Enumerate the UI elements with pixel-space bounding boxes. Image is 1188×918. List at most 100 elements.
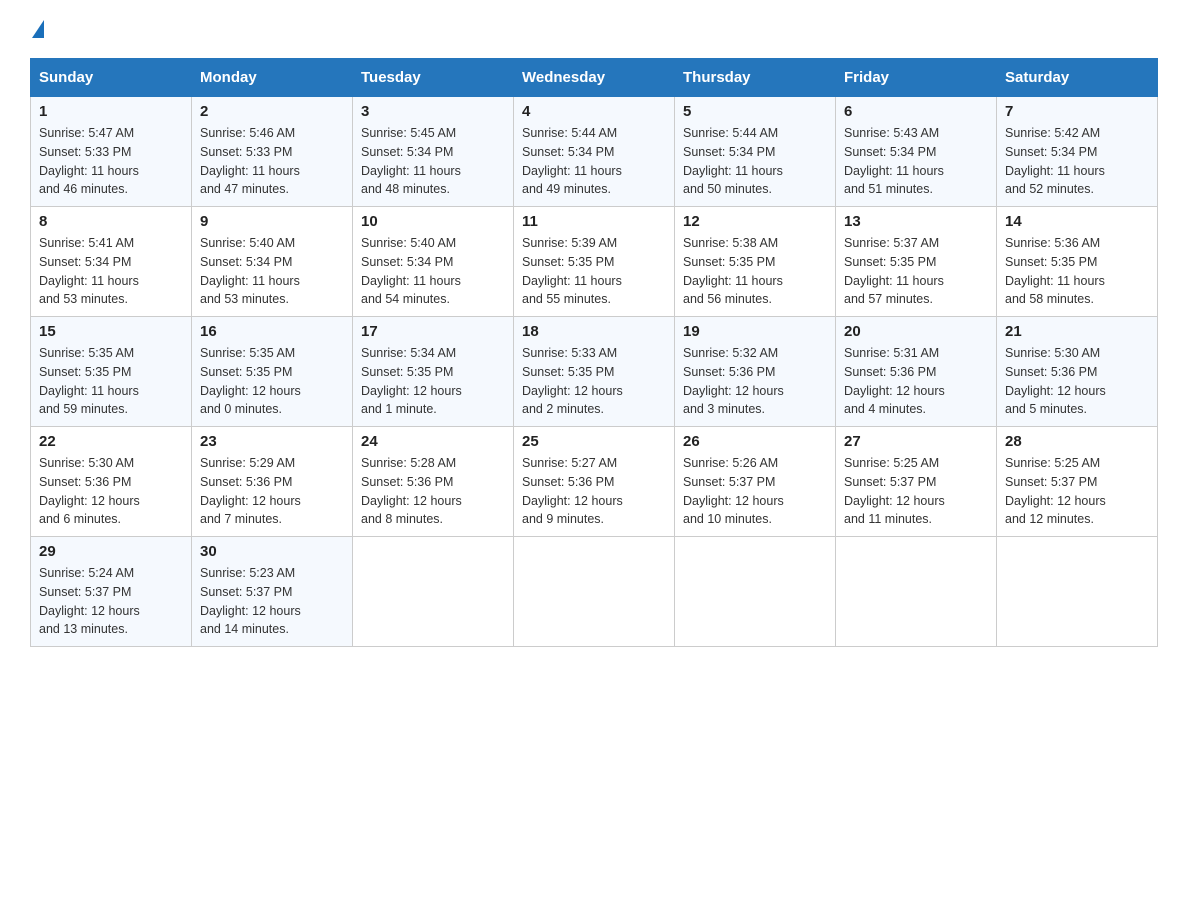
week-row-2: 8 Sunrise: 5:41 AMSunset: 5:34 PMDayligh… bbox=[31, 207, 1158, 317]
calendar-cell: 9 Sunrise: 5:40 AMSunset: 5:34 PMDayligh… bbox=[192, 207, 353, 317]
calendar-table: SundayMondayTuesdayWednesdayThursdayFrid… bbox=[30, 58, 1158, 647]
day-number: 11 bbox=[522, 213, 666, 230]
calendar-cell bbox=[997, 537, 1158, 647]
day-number: 14 bbox=[1005, 213, 1149, 230]
week-row-1: 1 Sunrise: 5:47 AMSunset: 5:33 PMDayligh… bbox=[31, 97, 1158, 207]
day-info: Sunrise: 5:29 AMSunset: 5:36 PMDaylight:… bbox=[200, 456, 301, 526]
day-number: 2 bbox=[200, 103, 344, 120]
calendar-cell: 19 Sunrise: 5:32 AMSunset: 5:36 PMDaylig… bbox=[675, 317, 836, 427]
calendar-cell: 11 Sunrise: 5:39 AMSunset: 5:35 PMDaylig… bbox=[514, 207, 675, 317]
calendar-cell: 17 Sunrise: 5:34 AMSunset: 5:35 PMDaylig… bbox=[353, 317, 514, 427]
day-info: Sunrise: 5:24 AMSunset: 5:37 PMDaylight:… bbox=[39, 566, 140, 636]
day-info: Sunrise: 5:30 AMSunset: 5:36 PMDaylight:… bbox=[39, 456, 140, 526]
day-info: Sunrise: 5:45 AMSunset: 5:34 PMDaylight:… bbox=[361, 126, 461, 196]
day-info: Sunrise: 5:41 AMSunset: 5:34 PMDaylight:… bbox=[39, 236, 139, 306]
calendar-cell: 16 Sunrise: 5:35 AMSunset: 5:35 PMDaylig… bbox=[192, 317, 353, 427]
day-number: 27 bbox=[844, 433, 988, 450]
day-info: Sunrise: 5:38 AMSunset: 5:35 PMDaylight:… bbox=[683, 236, 783, 306]
calendar-cell: 24 Sunrise: 5:28 AMSunset: 5:36 PMDaylig… bbox=[353, 427, 514, 537]
calendar-cell: 22 Sunrise: 5:30 AMSunset: 5:36 PMDaylig… bbox=[31, 427, 192, 537]
calendar-cell: 26 Sunrise: 5:26 AMSunset: 5:37 PMDaylig… bbox=[675, 427, 836, 537]
day-info: Sunrise: 5:40 AMSunset: 5:34 PMDaylight:… bbox=[361, 236, 461, 306]
calendar-cell: 1 Sunrise: 5:47 AMSunset: 5:33 PMDayligh… bbox=[31, 97, 192, 207]
header-tuesday: Tuesday bbox=[353, 59, 514, 97]
day-info: Sunrise: 5:44 AMSunset: 5:34 PMDaylight:… bbox=[683, 126, 783, 196]
day-info: Sunrise: 5:32 AMSunset: 5:36 PMDaylight:… bbox=[683, 346, 784, 416]
calendar-cell: 18 Sunrise: 5:33 AMSunset: 5:35 PMDaylig… bbox=[514, 317, 675, 427]
day-info: Sunrise: 5:26 AMSunset: 5:37 PMDaylight:… bbox=[683, 456, 784, 526]
calendar-cell: 28 Sunrise: 5:25 AMSunset: 5:37 PMDaylig… bbox=[997, 427, 1158, 537]
day-number: 22 bbox=[39, 433, 183, 450]
day-number: 19 bbox=[683, 323, 827, 340]
calendar-cell: 27 Sunrise: 5:25 AMSunset: 5:37 PMDaylig… bbox=[836, 427, 997, 537]
calendar-cell: 15 Sunrise: 5:35 AMSunset: 5:35 PMDaylig… bbox=[31, 317, 192, 427]
day-info: Sunrise: 5:30 AMSunset: 5:36 PMDaylight:… bbox=[1005, 346, 1106, 416]
header-wednesday: Wednesday bbox=[514, 59, 675, 97]
day-number: 3 bbox=[361, 103, 505, 120]
calendar-cell bbox=[353, 537, 514, 647]
day-info: Sunrise: 5:35 AMSunset: 5:35 PMDaylight:… bbox=[39, 346, 139, 416]
header-saturday: Saturday bbox=[997, 59, 1158, 97]
day-number: 8 bbox=[39, 213, 183, 230]
logo-triangle-icon bbox=[32, 20, 44, 38]
day-number: 20 bbox=[844, 323, 988, 340]
day-info: Sunrise: 5:25 AMSunset: 5:37 PMDaylight:… bbox=[1005, 456, 1106, 526]
header-thursday: Thursday bbox=[675, 59, 836, 97]
calendar-cell: 12 Sunrise: 5:38 AMSunset: 5:35 PMDaylig… bbox=[675, 207, 836, 317]
day-info: Sunrise: 5:28 AMSunset: 5:36 PMDaylight:… bbox=[361, 456, 462, 526]
day-number: 21 bbox=[1005, 323, 1149, 340]
day-info: Sunrise: 5:36 AMSunset: 5:35 PMDaylight:… bbox=[1005, 236, 1105, 306]
week-row-4: 22 Sunrise: 5:30 AMSunset: 5:36 PMDaylig… bbox=[31, 427, 1158, 537]
day-number: 29 bbox=[39, 543, 183, 560]
day-number: 30 bbox=[200, 543, 344, 560]
day-number: 17 bbox=[361, 323, 505, 340]
calendar-cell: 6 Sunrise: 5:43 AMSunset: 5:34 PMDayligh… bbox=[836, 97, 997, 207]
calendar-cell: 25 Sunrise: 5:27 AMSunset: 5:36 PMDaylig… bbox=[514, 427, 675, 537]
day-number: 26 bbox=[683, 433, 827, 450]
page-header bbox=[30, 20, 1158, 38]
calendar-cell: 2 Sunrise: 5:46 AMSunset: 5:33 PMDayligh… bbox=[192, 97, 353, 207]
day-number: 18 bbox=[522, 323, 666, 340]
calendar-cell: 7 Sunrise: 5:42 AMSunset: 5:34 PMDayligh… bbox=[997, 97, 1158, 207]
calendar-cell: 21 Sunrise: 5:30 AMSunset: 5:36 PMDaylig… bbox=[997, 317, 1158, 427]
calendar-cell: 23 Sunrise: 5:29 AMSunset: 5:36 PMDaylig… bbox=[192, 427, 353, 537]
day-number: 9 bbox=[200, 213, 344, 230]
day-info: Sunrise: 5:25 AMSunset: 5:37 PMDaylight:… bbox=[844, 456, 945, 526]
day-number: 13 bbox=[844, 213, 988, 230]
day-number: 7 bbox=[1005, 103, 1149, 120]
header-friday: Friday bbox=[836, 59, 997, 97]
day-number: 25 bbox=[522, 433, 666, 450]
calendar-cell bbox=[675, 537, 836, 647]
day-number: 4 bbox=[522, 103, 666, 120]
day-number: 10 bbox=[361, 213, 505, 230]
header-sunday: Sunday bbox=[31, 59, 192, 97]
day-info: Sunrise: 5:43 AMSunset: 5:34 PMDaylight:… bbox=[844, 126, 944, 196]
day-info: Sunrise: 5:40 AMSunset: 5:34 PMDaylight:… bbox=[200, 236, 300, 306]
day-info: Sunrise: 5:23 AMSunset: 5:37 PMDaylight:… bbox=[200, 566, 301, 636]
calendar-cell: 10 Sunrise: 5:40 AMSunset: 5:34 PMDaylig… bbox=[353, 207, 514, 317]
day-number: 5 bbox=[683, 103, 827, 120]
day-info: Sunrise: 5:46 AMSunset: 5:33 PMDaylight:… bbox=[200, 126, 300, 196]
day-number: 15 bbox=[39, 323, 183, 340]
week-row-3: 15 Sunrise: 5:35 AMSunset: 5:35 PMDaylig… bbox=[31, 317, 1158, 427]
calendar-cell: 20 Sunrise: 5:31 AMSunset: 5:36 PMDaylig… bbox=[836, 317, 997, 427]
day-info: Sunrise: 5:34 AMSunset: 5:35 PMDaylight:… bbox=[361, 346, 462, 416]
calendar-cell: 5 Sunrise: 5:44 AMSunset: 5:34 PMDayligh… bbox=[675, 97, 836, 207]
calendar-cell: 3 Sunrise: 5:45 AMSunset: 5:34 PMDayligh… bbox=[353, 97, 514, 207]
calendar-cell: 30 Sunrise: 5:23 AMSunset: 5:37 PMDaylig… bbox=[192, 537, 353, 647]
day-number: 1 bbox=[39, 103, 183, 120]
header-monday: Monday bbox=[192, 59, 353, 97]
day-number: 24 bbox=[361, 433, 505, 450]
calendar-cell: 4 Sunrise: 5:44 AMSunset: 5:34 PMDayligh… bbox=[514, 97, 675, 207]
day-info: Sunrise: 5:27 AMSunset: 5:36 PMDaylight:… bbox=[522, 456, 623, 526]
day-info: Sunrise: 5:42 AMSunset: 5:34 PMDaylight:… bbox=[1005, 126, 1105, 196]
day-info: Sunrise: 5:35 AMSunset: 5:35 PMDaylight:… bbox=[200, 346, 301, 416]
day-info: Sunrise: 5:31 AMSunset: 5:36 PMDaylight:… bbox=[844, 346, 945, 416]
day-info: Sunrise: 5:39 AMSunset: 5:35 PMDaylight:… bbox=[522, 236, 622, 306]
day-info: Sunrise: 5:44 AMSunset: 5:34 PMDaylight:… bbox=[522, 126, 622, 196]
calendar-cell: 8 Sunrise: 5:41 AMSunset: 5:34 PMDayligh… bbox=[31, 207, 192, 317]
calendar-cell bbox=[836, 537, 997, 647]
calendar-cell bbox=[514, 537, 675, 647]
calendar-cell: 13 Sunrise: 5:37 AMSunset: 5:35 PMDaylig… bbox=[836, 207, 997, 317]
calendar-cell: 29 Sunrise: 5:24 AMSunset: 5:37 PMDaylig… bbox=[31, 537, 192, 647]
